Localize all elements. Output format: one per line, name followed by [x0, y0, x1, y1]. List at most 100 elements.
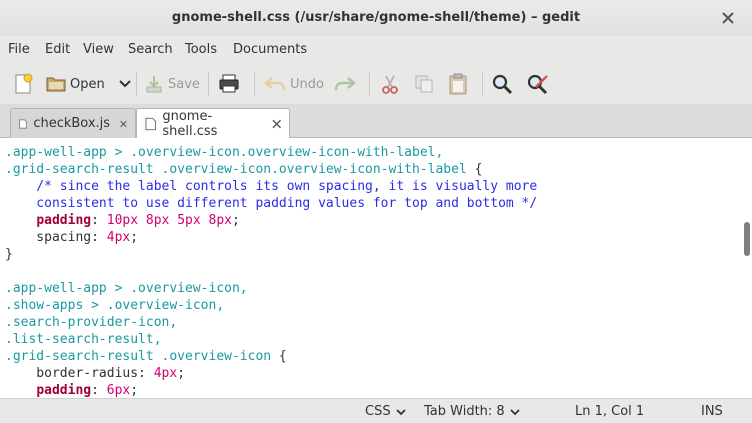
language-label: CSS: [365, 404, 391, 419]
code-token: .app-well-app > .overview-icon.overview-…: [5, 145, 444, 160]
find-replace-button[interactable]: [526, 70, 550, 98]
code-token: ;: [232, 213, 240, 228]
code-line[interactable]: .app-well-app > .overview-icon.overview-…: [5, 144, 752, 161]
open-label: Open: [70, 76, 105, 92]
menu-search[interactable]: Search: [128, 42, 173, 57]
toolbar: Open Save Undo: [0, 64, 752, 104]
new-document-icon: [15, 73, 33, 94]
code-token: .search-provider-icon,: [5, 315, 178, 330]
cut-button[interactable]: [380, 70, 400, 98]
close-icon: [722, 12, 734, 24]
code-token: :: [91, 213, 107, 228]
code-token: padding: [36, 213, 92, 228]
printer-icon: [219, 74, 239, 93]
undo-button[interactable]: Undo: [264, 70, 324, 98]
toolbar-separator: [482, 72, 483, 96]
code-token: {: [466, 162, 483, 177]
text-editor[interactable]: .app-well-app > .overview-icon.overview-…: [0, 138, 752, 398]
paste-button[interactable]: [448, 70, 468, 98]
code-line[interactable]: padding: 10px 8px 5px 8px;: [5, 212, 752, 229]
close-tab-icon[interactable]: [120, 119, 127, 129]
title-bar: gnome-shell.css (/usr/share/gnome-shell/…: [0, 0, 752, 36]
close-tab-icon[interactable]: [271, 119, 281, 129]
print-button[interactable]: [218, 70, 240, 98]
code-view[interactable]: .app-well-app > .overview-icon.overview-…: [0, 138, 752, 398]
close-window-button[interactable]: [718, 8, 738, 28]
document-tab-bar: checkBox.js gnome-shell.css: [0, 104, 752, 139]
status-bar: CSS Tab Width: 8 Ln 1, Col 1 INS: [0, 398, 752, 423]
menu-view[interactable]: View: [83, 42, 114, 57]
chevron-down-icon: [395, 408, 406, 415]
code-line[interactable]: .grid-search-result .overview-icon {: [5, 348, 752, 365]
window-title: gnome-shell.css (/usr/share/gnome-shell/…: [171, 10, 581, 25]
menu-documents[interactable]: Documents: [233, 42, 307, 57]
tab-label: gnome-shell.css: [162, 109, 218, 139]
menu-file[interactable]: File: [8, 42, 30, 57]
code-line[interactable]: border-radius: 4px;: [5, 365, 752, 382]
tab-checkbox-js[interactable]: checkBox.js: [10, 108, 136, 138]
code-token: 6px: [106, 383, 131, 398]
code-token: .show-apps > .overview-icon,: [5, 298, 225, 313]
code-line[interactable]: }: [5, 246, 752, 263]
code-line[interactable]: .list-search-result,: [5, 331, 752, 348]
code-line[interactable]: .grid-search-result .overview-icon.overv…: [5, 161, 752, 178]
scissors-icon: [382, 75, 398, 94]
toolbar-separator: [254, 72, 255, 96]
search-icon: [492, 74, 513, 95]
tab-label: checkBox.js: [33, 116, 111, 131]
undo-arrow-icon: [264, 77, 286, 91]
code-line[interactable]: padding: 6px;: [5, 382, 752, 398]
copy-button[interactable]: [414, 70, 434, 98]
toolbar-separator: [136, 72, 137, 96]
code-token: .grid-search-result .overview-icon: [5, 349, 272, 364]
find-button[interactable]: [491, 70, 513, 98]
undo-label: Undo: [290, 76, 324, 92]
code-token: border-radius:: [5, 366, 154, 381]
code-token: 4px: [106, 230, 131, 245]
code-token: ;: [130, 230, 139, 245]
code-token: {: [271, 349, 287, 364]
language-selector[interactable]: CSS: [365, 404, 406, 419]
code-token: .list-search-result,: [5, 332, 162, 347]
code-token: }: [5, 247, 13, 262]
copy-icon: [415, 75, 433, 93]
save-button[interactable]: Save: [144, 70, 200, 98]
toolbar-separator: [369, 72, 370, 96]
code-line[interactable]: .search-provider-icon,: [5, 314, 752, 331]
redo-arrow-icon: [334, 77, 356, 91]
code-line[interactable]: consistent to use different padding valu…: [5, 195, 752, 212]
new-document-button[interactable]: [12, 70, 34, 98]
code-line[interactable]: .app-well-app > .overview-icon,: [5, 280, 752, 297]
code-line[interactable]: [5, 263, 752, 280]
chevron-down-icon[interactable]: [119, 79, 131, 89]
menu-tools[interactable]: Tools: [185, 42, 217, 57]
code-token: 4px: [153, 366, 178, 381]
code-token: /* since the label controls its own spac…: [5, 179, 538, 194]
tab-width-selector[interactable]: Tab Width: 8: [424, 404, 520, 419]
folder-icon: [46, 77, 66, 92]
tab-width-label: Tab Width: 8: [424, 404, 505, 419]
code-line[interactable]: spacing: 4px;: [5, 229, 752, 246]
insert-mode: INS: [701, 404, 723, 419]
menu-bar: File Edit View Search Tools Documents: [0, 36, 752, 64]
open-button[interactable]: Open: [46, 70, 131, 98]
menu-edit[interactable]: Edit: [45, 42, 70, 57]
code-token: padding: [36, 383, 92, 398]
code-token: ;: [130, 383, 139, 398]
code-token: .app-well-app > .overview-icon,: [5, 281, 248, 296]
code-token: ;: [177, 366, 186, 381]
toolbar-separator: [208, 72, 209, 96]
code-line[interactable]: /* since the label controls its own spac…: [5, 178, 752, 195]
cursor-position: Ln 1, Col 1: [575, 404, 645, 419]
redo-button[interactable]: [334, 70, 356, 98]
code-line[interactable]: .show-apps > .overview-icon,: [5, 297, 752, 314]
vertical-scrollbar[interactable]: [744, 222, 750, 256]
save-icon: [146, 76, 162, 93]
document-icon: [19, 118, 27, 129]
tab-gnome-shell-css[interactable]: gnome-shell.css: [136, 108, 290, 139]
save-label: Save: [168, 76, 200, 92]
chevron-down-icon: [510, 408, 520, 415]
document-icon: [145, 117, 156, 131]
find-replace-icon: [527, 74, 548, 95]
